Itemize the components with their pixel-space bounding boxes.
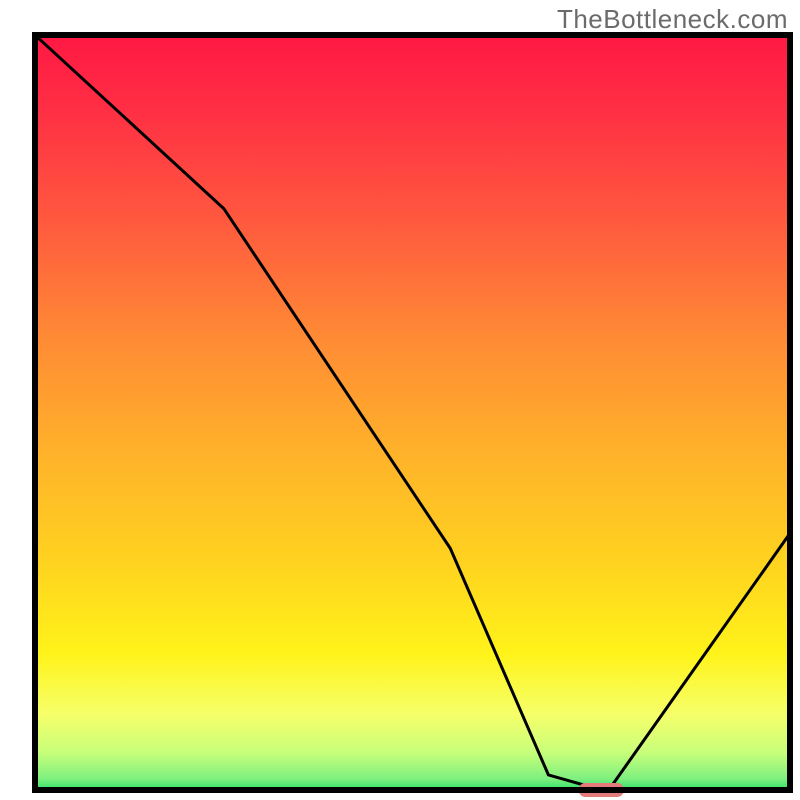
watermark-text: TheBottleneck.com (557, 4, 788, 35)
gradient-background (35, 35, 790, 790)
chart-container: TheBottleneck.com (0, 0, 800, 800)
bottleneck-chart (0, 0, 800, 800)
